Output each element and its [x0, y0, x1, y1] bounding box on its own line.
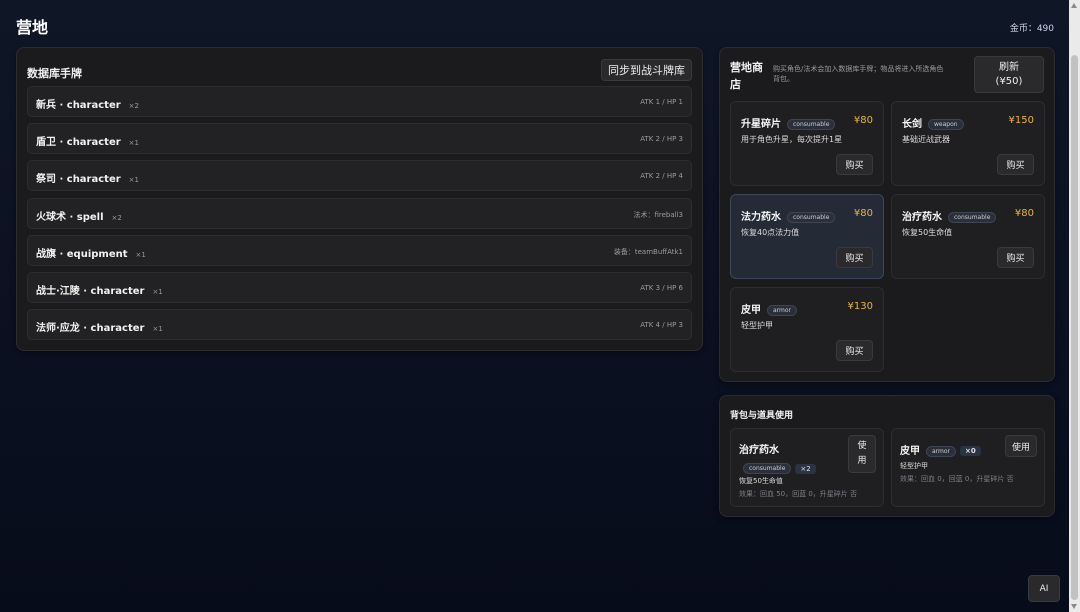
deck-row[interactable]: 新兵 · character ×2 ATK 1 / HP 1 [27, 86, 692, 117]
deck-row[interactable]: 战旗 · equipment ×1 装备：teamBuffAtk1 [27, 235, 692, 266]
shop-item: 皮甲 armor ¥130 轻型护甲 购买 [730, 287, 884, 372]
bag-item-name: 皮甲 armor ×0 [900, 442, 981, 457]
card-stat: ATK 4 / HP 3 [640, 321, 683, 329]
bag-item-name: 治疗药水 [739, 445, 779, 456]
bag-item-tags: consumable ×2 [737, 458, 816, 477]
card-stat: ATK 1 / HP 1 [640, 98, 683, 106]
buy-button[interactable]: 购买 [836, 247, 873, 268]
card-stat: ATK 2 / HP 4 [640, 172, 683, 180]
use-item-button[interactable]: 使用 [1005, 435, 1037, 457]
sync-deck-button[interactable]: 同步到战斗牌库 [601, 59, 692, 81]
item-price: ¥150 [1008, 115, 1034, 126]
item-price: ¥80 [1014, 208, 1034, 219]
buy-button[interactable]: 购买 [836, 340, 873, 361]
page-title: 营地 [16, 18, 49, 37]
deck-row[interactable]: 法师·应龙 · character ×1 ATK 4 / HP 3 [27, 309, 692, 340]
shop-item: 升星碎片 consumable ¥80 用于角色升星，每次提升1星 购买 [730, 101, 884, 186]
item-description: 恢复40点法力值 [741, 228, 800, 237]
item-description: 用于角色升星，每次提升1星 [741, 135, 843, 144]
page-header: 营地 金币：490 [16, 14, 1054, 40]
refresh-shop-button[interactable]: 刷新 (¥50) [974, 56, 1044, 93]
card-stat: ATK 3 / HP 6 [640, 284, 683, 292]
card-count: ×2 [128, 102, 139, 110]
item-quantity: ×0 [960, 446, 981, 456]
deck-row[interactable]: 盾卫 · character ×1 ATK 2 / HP 3 [27, 123, 692, 154]
bag-item-effect: 效果：回血 0，回蓝 0，升星碎片 否 [900, 475, 1014, 483]
item-name: 长剑 weapon [902, 115, 964, 130]
item-tag: consumable [948, 211, 997, 223]
shop-item: 法力药水 consumable ¥80 恢复40点法力值 购买 [730, 194, 884, 279]
shop-title: 营地商店 [730, 61, 763, 91]
bag-item-effect: 效果：回血 50，回蓝 0，升星碎片 否 [739, 490, 858, 498]
card-stat: 装备：teamBuffAtk1 [613, 248, 683, 256]
item-name: 皮甲 armor [741, 301, 798, 316]
card-stat: 法术：fireball3 [633, 211, 683, 219]
item-quantity: ×2 [795, 463, 816, 474]
card-count: ×1 [152, 288, 163, 296]
bag-item-description: 恢复50生命值 [739, 477, 783, 485]
item-description: 轻型护甲 [741, 321, 773, 330]
buy-button[interactable]: 购买 [836, 154, 873, 175]
item-description: 恢复50生命值 [902, 228, 953, 237]
item-tag: consumable [787, 118, 836, 130]
item-tag: consumable [743, 463, 792, 474]
scroll-thumb[interactable] [1071, 55, 1078, 600]
card-name: 祭司 · character ×1 [36, 174, 139, 185]
card-name: 战士·江陵 · character ×1 [36, 286, 163, 297]
deck-row[interactable]: 祭司 · character ×1 ATK 2 / HP 4 [27, 160, 692, 191]
card-name: 战旗 · equipment ×1 [36, 249, 146, 260]
card-count: ×1 [152, 325, 163, 333]
shop-item: 治疗药水 consumable ¥80 恢复50生命值 购买 [891, 194, 1045, 279]
item-price: ¥130 [847, 301, 873, 312]
item-name: 升星碎片 consumable [741, 115, 836, 130]
buy-button[interactable]: 购买 [997, 154, 1034, 175]
deck-row[interactable]: 火球术 · spell ×2 法术：fireball3 [27, 198, 692, 229]
deck-title: 数据库手牌 [27, 67, 82, 80]
deck-row[interactable]: 战士·江陵 · character ×1 ATK 3 / HP 6 [27, 272, 692, 303]
card-count: ×1 [128, 139, 139, 147]
item-price: ¥80 [853, 208, 873, 219]
bag-item: 治疗药水 consumable ×2 恢复50生命值 效果：回血 50，回蓝 0，… [730, 428, 884, 507]
item-tag: armor [926, 445, 957, 457]
item-tag: consumable [787, 211, 836, 223]
bag-title: 背包与道具使用 [730, 411, 794, 421]
use-item-button[interactable]: 使用 [848, 435, 876, 473]
item-tag: weapon [928, 118, 964, 130]
item-name: 治疗药水 consumable [902, 208, 997, 223]
bag-panel: 背包与道具使用 治疗药水 consumable ×2 恢复50生命值 效果：回血 … [719, 395, 1055, 517]
shop-item: 长剑 weapon ¥150 基础近战武器 购买 [891, 101, 1045, 186]
refresh-label: 刷新 [999, 61, 1019, 73]
refresh-cost: (¥50) [995, 75, 1023, 87]
scrollbar[interactable] [1069, 0, 1080, 612]
item-name: 法力药水 consumable [741, 208, 836, 223]
card-stat: ATK 2 / HP 3 [640, 135, 683, 143]
card-count: ×1 [128, 176, 139, 184]
coin-balance: 金币：490 [1009, 24, 1054, 34]
card-name: 法师·应龙 · character ×1 [36, 323, 163, 334]
card-count: ×1 [135, 251, 146, 259]
item-price: ¥80 [853, 115, 873, 126]
deck-panel: 数据库手牌 同步到战斗牌库 新兵 · character ×2 ATK 1 / H… [16, 47, 703, 351]
scroll-up-icon[interactable] [1071, 3, 1077, 8]
ai-button[interactable]: AI [1028, 575, 1060, 602]
card-name: 火球术 · spell ×2 [36, 212, 122, 223]
scroll-down-icon[interactable] [1071, 604, 1077, 609]
bag-item-description: 轻型护甲 [900, 462, 928, 470]
item-description: 基础近战武器 [902, 135, 950, 144]
card-name: 盾卫 · character ×1 [36, 137, 139, 148]
card-name: 新兵 · character ×2 [36, 100, 139, 111]
shop-description: 购买角色/法术会加入数据库手牌；物品将进入所选角色背包。 [773, 65, 944, 83]
shop-panel: 营地商店 购买角色/法术会加入数据库手牌；物品将进入所选角色背包。 刷新 (¥5… [719, 47, 1055, 382]
bag-item: 皮甲 armor ×0 轻型护甲 效果：回血 0，回蓝 0，升星碎片 否 使用 [891, 428, 1045, 507]
item-tag: armor [767, 304, 798, 316]
buy-button[interactable]: 购买 [997, 247, 1034, 268]
card-count: ×2 [111, 214, 122, 222]
